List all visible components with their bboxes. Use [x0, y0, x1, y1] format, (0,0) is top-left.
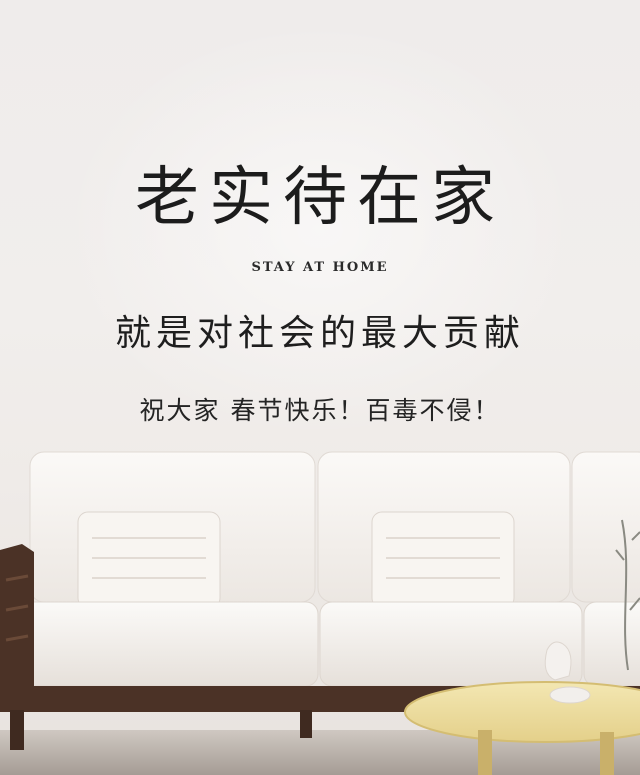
back-cushion-right	[571, 451, 640, 603]
poster-text-area: 老实待在家 STAY AT HOME 就是对社会的最大贡献 祝大家 春节快乐！百…	[0, 0, 640, 460]
throw-pillow-right	[371, 511, 515, 609]
sofa-photo	[0, 440, 640, 775]
sofa-illustration	[0, 451, 640, 775]
decor-vase	[544, 641, 572, 681]
headline-text: 老实待在家	[135, 161, 505, 235]
slogan-text: 就是对社会的最大贡献	[114, 313, 525, 354]
seat-cushion-right	[583, 601, 640, 687]
seat-cushion-left	[7, 601, 319, 687]
sofa-leg-left	[10, 710, 24, 750]
greeting-text: 祝大家 春节快乐！百毒不侵！	[139, 396, 501, 425]
coffee-table-leg	[478, 730, 492, 775]
sofa-armrest-left	[0, 544, 34, 690]
sofa-leg-mid	[300, 710, 312, 738]
seat-cushion-middle	[319, 601, 583, 687]
throw-pillow-left	[77, 511, 221, 609]
coffee-table-leg-2	[600, 732, 614, 775]
english-subtitle: STAY AT HOME	[251, 260, 389, 275]
